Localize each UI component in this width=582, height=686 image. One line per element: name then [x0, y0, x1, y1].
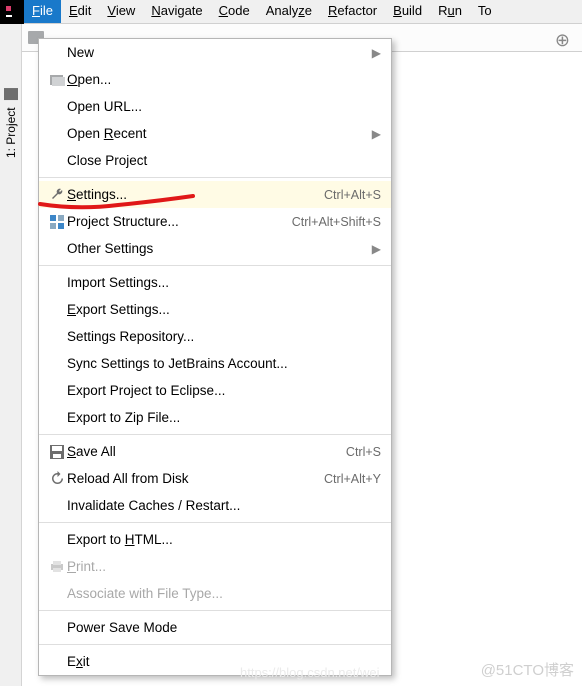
- menu-sync-jetbrains[interactable]: Sync Settings to JetBrains Account...: [39, 350, 391, 377]
- menu-code[interactable]: Code: [211, 0, 258, 23]
- menu-export-eclipse[interactable]: Export Project to Eclipse...: [39, 377, 391, 404]
- menu-new[interactable]: New▶: [39, 39, 391, 66]
- submenu-arrow-icon: ▶: [372, 242, 381, 256]
- collapse-icon[interactable]: ⊕: [555, 30, 570, 51]
- menu-export-settings[interactable]: Export Settings...: [39, 296, 391, 323]
- menu-open-recent[interactable]: Open Recent▶: [39, 120, 391, 147]
- menu-print: Print...: [39, 553, 391, 580]
- menu-import-settings[interactable]: Import Settings...: [39, 269, 391, 296]
- menu-settings[interactable]: Settings...Ctrl+Alt+S: [39, 181, 391, 208]
- menu-analyze[interactable]: Analyze: [258, 0, 320, 23]
- menu-bar: File Edit View Navigate Code Analyze Ref…: [24, 0, 500, 23]
- wrench-icon: [47, 187, 67, 202]
- submenu-arrow-icon: ▶: [372, 46, 381, 60]
- menu-export-zip[interactable]: Export to Zip File...: [39, 404, 391, 431]
- structure-icon: [47, 215, 67, 229]
- menu-close-project[interactable]: Close Project: [39, 147, 391, 174]
- left-tool-strip: 1: Project: [0, 24, 22, 686]
- menu-file[interactable]: File: [24, 0, 61, 23]
- project-icon: [4, 88, 18, 100]
- open-icon: [47, 73, 67, 86]
- menu-run[interactable]: Run: [430, 0, 470, 23]
- menu-build[interactable]: Build: [385, 0, 430, 23]
- menu-tools[interactable]: To: [470, 0, 500, 23]
- menu-power-save[interactable]: Power Save Mode: [39, 614, 391, 641]
- menu-save-all[interactable]: Save AllCtrl+S: [39, 438, 391, 465]
- menu-invalidate-caches[interactable]: Invalidate Caches / Restart...: [39, 492, 391, 519]
- reload-icon: [47, 471, 67, 486]
- app-icon: [0, 0, 24, 24]
- menu-open-url[interactable]: Open URL...: [39, 93, 391, 120]
- menu-edit[interactable]: Edit: [61, 0, 99, 23]
- submenu-arrow-icon: ▶: [372, 127, 381, 141]
- title-bar: File Edit View Navigate Code Analyze Ref…: [0, 0, 582, 24]
- menu-view[interactable]: View: [99, 0, 143, 23]
- menu-project-structure[interactable]: Project Structure...Ctrl+Alt+Shift+S: [39, 208, 391, 235]
- save-icon: [47, 445, 67, 459]
- menu-other-settings[interactable]: Other Settings▶: [39, 235, 391, 262]
- menu-associate-filetype: Associate with File Type...: [39, 580, 391, 607]
- watermark-51cto: @51CTO博客: [481, 659, 574, 680]
- menu-export-html[interactable]: Export to HTML...: [39, 526, 391, 553]
- menu-settings-repo[interactable]: Settings Repository...: [39, 323, 391, 350]
- project-tool-tab[interactable]: 1: Project: [2, 84, 20, 162]
- watermark-csdn: https://blog.csdn.net/wei: [240, 665, 379, 680]
- file-menu-dropdown: New▶ Open... Open URL... Open Recent▶ Cl…: [38, 38, 392, 676]
- menu-refactor[interactable]: Refactor: [320, 0, 385, 23]
- print-icon: [47, 560, 67, 573]
- menu-reload-disk[interactable]: Reload All from DiskCtrl+Alt+Y: [39, 465, 391, 492]
- menu-navigate[interactable]: Navigate: [143, 0, 210, 23]
- menu-open[interactable]: Open...: [39, 66, 391, 93]
